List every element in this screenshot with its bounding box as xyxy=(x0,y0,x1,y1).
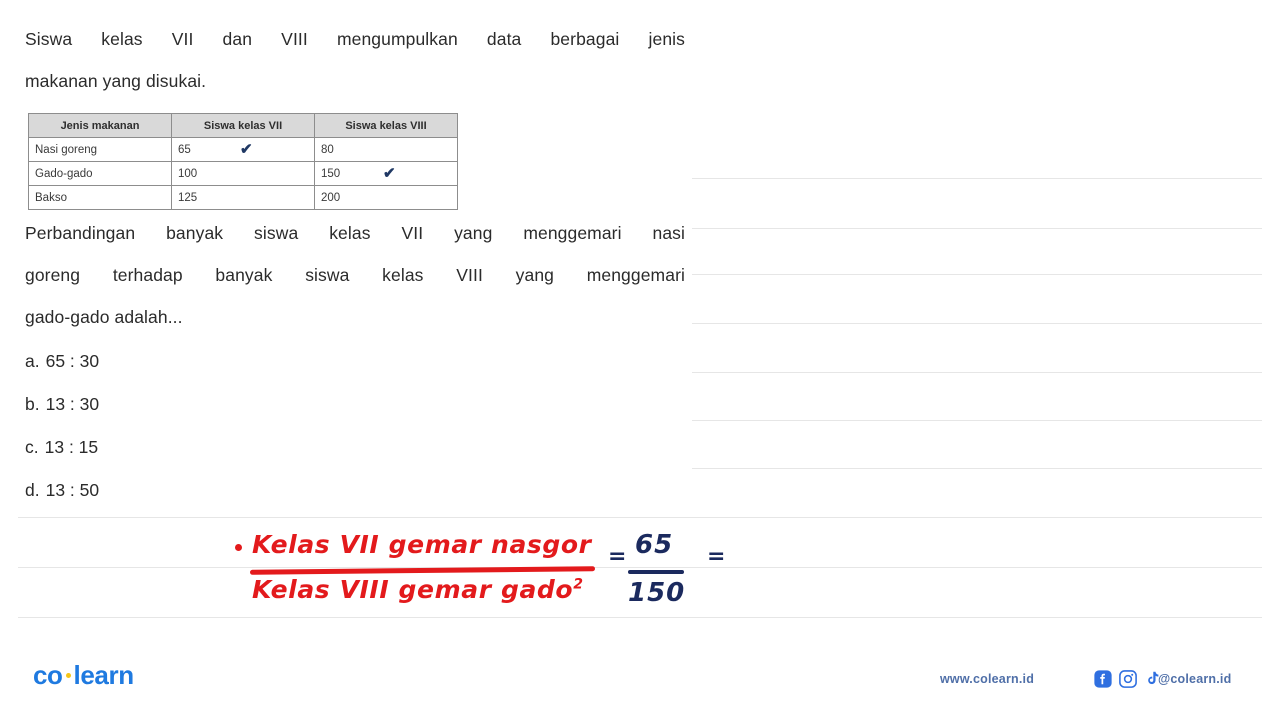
cell-viii: 200 xyxy=(314,185,458,210)
option-d-key: d. xyxy=(25,480,40,500)
table-row: Nasi goreng 65 ✔ 80 xyxy=(28,137,458,162)
cell-viii: 150 ✔ xyxy=(314,161,458,186)
answer-options: a. 65 : 30 b. 13 : 30 c. 13 : 15 d. 13 : 50 xyxy=(25,340,425,512)
question-line-3: Perbandingan banyak siswa kelas VII yang… xyxy=(25,223,685,243)
cell-vii: 65 ✔ xyxy=(171,137,315,162)
footer-social-handle: @colearn.id xyxy=(1158,672,1232,686)
cell-vii-value: 100 xyxy=(178,167,198,180)
cell-viii: 80 xyxy=(314,137,458,162)
handwritten-annotation: Kelas VII gemar nasgor Kelas VIII gemar … xyxy=(230,520,750,630)
checkmark-icon: ✔ xyxy=(383,164,396,182)
logo-text-co: co xyxy=(33,660,63,690)
cell-food: Nasi goreng xyxy=(28,137,172,162)
annotation-equals-first: = xyxy=(608,544,627,569)
option-a[interactable]: a. 65 : 30 xyxy=(25,340,425,383)
table-row: Gado-gado 100 150 ✔ xyxy=(28,161,458,186)
ruled-line xyxy=(18,517,1262,518)
question-line-1: Siswa kelas VII dan VIII mengumpulkan da… xyxy=(25,29,685,49)
option-c-key: c. xyxy=(25,437,39,457)
annotation-fraction-denominator: 150 xyxy=(628,578,686,608)
option-c-value: 13 : 15 xyxy=(44,437,99,457)
annotation-denominator: Kelas VIII gemar gado2 xyxy=(252,575,584,604)
annotation-numerator: Kelas VII gemar nasgor xyxy=(252,530,592,559)
option-c[interactable]: c. 13 : 15 xyxy=(25,426,425,469)
table-header-food: Jenis makanan xyxy=(28,113,172,138)
table-row: Bakso 125 200 xyxy=(28,185,458,210)
annotation-denominator-text: Kelas VIII gemar gado xyxy=(252,575,574,604)
question-text: Siswa kelas VII dan VIII mengumpulkan da… xyxy=(25,18,685,102)
cell-vii: 125 xyxy=(171,185,315,210)
option-b-key: b. xyxy=(25,394,40,414)
ruled-line xyxy=(692,468,1262,469)
option-d-value: 13 : 50 xyxy=(45,480,100,500)
instagram-icon[interactable] xyxy=(1119,670,1137,688)
option-d[interactable]: d. 13 : 50 xyxy=(25,469,425,512)
table-header-vii: Siswa kelas VII xyxy=(171,113,315,138)
option-a-value: 65 : 30 xyxy=(45,351,100,371)
ruled-line xyxy=(692,323,1262,324)
footer-website-url: www.colearn.id xyxy=(940,672,1035,686)
bullet-dot-icon xyxy=(235,544,242,551)
annotation-fraction-bar xyxy=(249,566,596,575)
facebook-icon[interactable] xyxy=(1094,670,1112,688)
annotation-fraction-numerator: 65 xyxy=(635,530,674,560)
option-b[interactable]: b. 13 : 30 xyxy=(25,383,425,426)
cell-vii-value: 125 xyxy=(178,191,198,204)
option-b-value: 13 : 30 xyxy=(45,394,100,414)
table-header-viii: Siswa kelas VIII xyxy=(314,113,458,138)
cell-food: Gado-gado xyxy=(28,161,172,186)
question-line-5: gado-gado adalah... xyxy=(25,307,183,327)
food-preference-table: Jenis makanan Siswa kelas VII Siswa kela… xyxy=(28,113,458,210)
annotation-denominator-sup: 2 xyxy=(573,576,584,593)
checkmark-icon: ✔ xyxy=(240,140,253,158)
ruled-line xyxy=(692,274,1262,275)
option-a-key: a. xyxy=(25,351,40,371)
cell-viii-value: 150 xyxy=(321,167,341,180)
cell-viii-value: 80 xyxy=(321,143,334,156)
cell-vii: 100 xyxy=(171,161,315,186)
question-body: Perbandingan banyak siswa kelas VII yang… xyxy=(25,212,685,338)
question-line-4: goreng terhadap banyak siswa kelas VIII … xyxy=(25,265,685,285)
logo-text-learn: learn xyxy=(73,660,135,690)
ruled-line xyxy=(692,420,1262,421)
logo-dot-icon xyxy=(65,672,71,678)
ruled-line xyxy=(692,228,1262,229)
cell-vii-value: 65 xyxy=(178,143,191,156)
cell-viii-value: 200 xyxy=(321,191,341,204)
cell-food: Bakso xyxy=(28,185,172,210)
table-header-row: Jenis makanan Siswa kelas VII Siswa kela… xyxy=(28,113,458,138)
colearn-logo: co learn xyxy=(33,660,134,691)
ruled-line xyxy=(692,178,1262,179)
annotation-equals-second: = xyxy=(707,544,726,569)
ruled-line xyxy=(692,372,1262,373)
question-line-2: makanan yang disukai. xyxy=(25,71,207,91)
annotation-blue-fraction-bar xyxy=(628,570,684,574)
